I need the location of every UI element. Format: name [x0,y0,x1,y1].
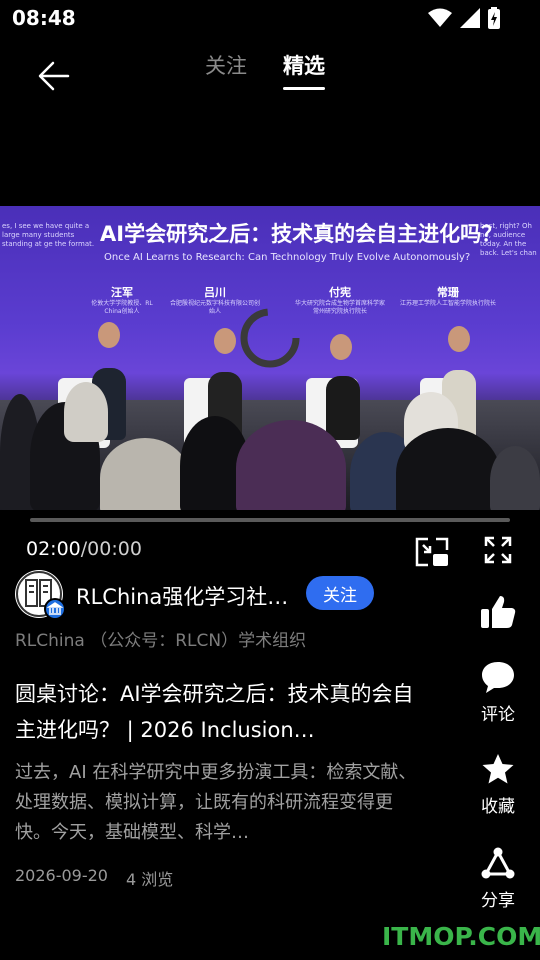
speaker-card: 付宪 华大研究院合成生物学首席科学家 常州研究院执行院长 [292,284,388,316]
speaker-head [330,334,352,360]
like-button[interactable] [470,594,526,634]
speaker-head [448,326,470,352]
video-slide-subtitle: Once AI Learns to Research: Can Technolo… [104,252,471,263]
share-button[interactable]: 分享 [470,846,526,911]
speaker-head [214,328,236,354]
post-meta: 2026-09-20 4 浏览 [15,866,173,890]
thumbs-up-icon [481,596,516,628]
signal-icon [460,8,480,28]
institution-badge-icon [44,598,66,620]
view-count: 4 浏览 [125,870,174,889]
loading-spinner-icon [240,308,300,368]
post-title[interactable]: 圆桌讨论：AI学会研究之后：技术真的会自主进化吗？ | 2026 Inclusi… [15,676,415,748]
share-icon [481,847,515,879]
account-name[interactable]: RLChina强化学习社… [76,581,288,611]
mini-window-icon[interactable] [414,536,450,568]
audience-silhouette [236,420,346,510]
speaker-role: 江苏理工学院人工智能学院执行院长 [400,300,497,307]
audience-silhouette [100,438,190,510]
speaker-card: 常珊 江苏理工学院人工智能学院执行院长 [400,284,496,308]
favorite-label: 收藏 [481,797,515,817]
comment-icon [482,662,514,693]
video-left-caption: es, I see we have quite a large many stu… [2,222,95,248]
status-time: 08:48 [12,6,76,30]
audience-silhouette [396,428,500,510]
tab-featured[interactable]: 精选 [283,50,325,90]
video-timecode: 02:00/00:00 [26,538,142,560]
audience-silhouette [490,446,540,510]
video-progress-bar[interactable] [30,518,510,522]
speaker-role: 伦敦大学学院教授、RL China创始人 [91,300,153,315]
speaker-card: 汪军 伦敦大学学院教授、RL China创始人 [82,284,162,316]
speaker-role: 华大研究院合成生物学首席科学家 常州研究院执行院长 [294,300,385,315]
follow-button[interactable]: 关注 [306,576,374,610]
current-time: 02:00 [26,538,81,560]
comment-label: 评论 [481,705,515,725]
comment-button[interactable]: 评论 [470,660,526,725]
duration: /00:00 [80,538,142,560]
battery-icon [488,7,500,29]
video-player[interactable]: es, I see we have quite a large many stu… [0,206,540,510]
favorite-button[interactable]: 收藏 [470,752,526,817]
status-bar: 08:48 [0,0,540,36]
share-label: 分享 [481,891,515,911]
watermark-text: ITMOP.COM [382,922,540,951]
status-icons [428,7,500,29]
star-icon [482,754,514,784]
speaker-head [98,322,120,348]
post-date: 2026-09-20 [15,866,108,885]
tab-following[interactable]: 关注 [205,50,247,90]
video-slide-title: AI学会研究之后：技术真的会自主进化吗？ [100,222,503,246]
speaker-name: 汪军 [111,286,133,299]
audience-silhouette [64,382,108,442]
fullscreen-icon[interactable] [484,536,512,564]
tab-bar: 关注 精选 [205,50,325,90]
speaker-name: 常珊 [437,286,459,299]
account-description: RLChina （公众号：RLCN）学术组织 [15,631,307,651]
speaker-name: 付宪 [329,286,351,299]
top-bar: 关注 精选 [0,40,540,100]
speaker-figure [326,376,360,440]
back-arrow-icon[interactable] [36,58,72,94]
speaker-name: 吕川 [204,286,226,299]
post-summary[interactable]: 过去，AI 在科学研究中更多扮演工具：检索文献、处理数据、模拟计算，让既有的科研… [15,758,420,848]
wifi-icon [428,8,452,27]
